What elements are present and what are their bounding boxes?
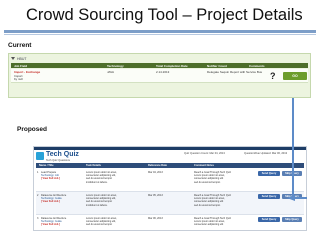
row-name-cell: Lead Prepare Technology: Job [ View Full… bbox=[41, 171, 60, 181]
proposed-meta-due: Quiz Question Count: Mar 04, 2013 bbox=[184, 152, 225, 155]
current-job-cell: Import - Exchange Import by null bbox=[14, 70, 40, 82]
current-group-name: HBUT bbox=[17, 56, 27, 61]
row-details-cell: Lorem ipsum dolor sit amet, consectetur … bbox=[86, 217, 117, 227]
proposed-meta-update: Question/Due Updated: Mar 06, 2013 bbox=[244, 152, 288, 155]
row-date: Mar 06, 2013 bbox=[148, 217, 163, 220]
row-name-cell: Dataverse Architecture Technology: Guide… bbox=[41, 194, 66, 204]
connector-line-horizontal bbox=[294, 197, 307, 199]
current-panel: HBUT Job Field Technology Total Completi… bbox=[8, 53, 311, 98]
row-comment-line: sed do eiusmod tempor. bbox=[194, 203, 221, 207]
question-mark-icon: ? bbox=[270, 71, 276, 81]
view-full-job-link[interactable]: [ View Full Job ] bbox=[41, 223, 66, 226]
current-col-technology: Technology bbox=[107, 64, 124, 68]
current-table-row[interactable]: Import - Exchange Import by null JAVA 2.… bbox=[11, 69, 308, 83]
row-comment-cell: Reach a Goal Through Tech Quiz Lorem ips… bbox=[194, 171, 231, 184]
title-rule bbox=[4, 30, 316, 33]
view-full-job-link[interactable]: [ View Full Job ] bbox=[41, 177, 60, 180]
send-query-button[interactable]: Send Query bbox=[258, 171, 280, 176]
row-detail-line: sed do eiusmod tempor bbox=[86, 223, 113, 227]
current-col-date: Total Completion Date bbox=[156, 64, 188, 68]
proposed-table-row[interactable]: 2 Dataverse Architecture Technology: Gui… bbox=[36, 192, 304, 215]
current-group-row[interactable]: HBUT bbox=[11, 56, 308, 61]
row-comment-line: consectetur adipisicing elit bbox=[194, 223, 224, 227]
current-col-job: Job Field bbox=[14, 64, 28, 68]
proposed-top-bar bbox=[34, 147, 306, 150]
proposed-panel: Tech Quiz Quiz Question Count: Mar 04, 2… bbox=[33, 146, 307, 231]
row-details-cell: Lorem ipsum dolor sit amet, consectetur … bbox=[86, 171, 117, 184]
row-comment-line: sed do eiusmod tempor. bbox=[194, 180, 221, 184]
row-date: Mar 04, 2013 bbox=[148, 171, 163, 174]
current-label: Current bbox=[8, 42, 32, 49]
proposed-label: Proposed bbox=[17, 126, 47, 133]
tech-quiz-logo-icon bbox=[36, 152, 44, 160]
row-comment-cell: Reach a Goal Through Tech Quiz Lorem ips… bbox=[194, 217, 231, 227]
current-comment-cell: Delegate Sequin Report with Service Bus bbox=[207, 70, 263, 74]
current-col-notifier: Notifier Count bbox=[207, 64, 227, 68]
current-job-line: by null bbox=[14, 77, 23, 82]
row-detail-line: incididunt ut labore. bbox=[86, 180, 108, 184]
skip-query-button[interactable]: Skip Query bbox=[282, 217, 302, 222]
row-number: 3 bbox=[37, 217, 39, 220]
send-query-button[interactable]: Send Query bbox=[258, 194, 280, 199]
proposed-subtitle: Tech Quiz Questions bbox=[46, 159, 70, 162]
current-table-header: Job Field Technology Total Completion Da… bbox=[11, 63, 308, 68]
row-number: 2 bbox=[37, 194, 39, 197]
proposed-col-date: Reference Date bbox=[148, 164, 167, 167]
proposed-col-details: Task Details bbox=[86, 164, 101, 167]
row-number: 1 bbox=[37, 171, 39, 174]
proposed-col-comment: Comment Notes bbox=[194, 164, 214, 167]
row-details-cell: Lorem ipsum dolor sit amet, consectetur … bbox=[86, 194, 117, 207]
connector-line-vertical bbox=[292, 98, 294, 198]
triangle-down-icon[interactable] bbox=[11, 57, 15, 60]
row-date: Mar 05, 2013 bbox=[148, 194, 163, 197]
view-full-job-link[interactable]: [ View Full Job ] bbox=[41, 200, 66, 203]
go-button[interactable]: GO bbox=[283, 72, 307, 80]
current-col-comments: Comments bbox=[249, 64, 265, 68]
proposed-col-name: Name / Title bbox=[39, 164, 54, 167]
current-technology-cell: JAVA bbox=[107, 70, 115, 74]
proposed-table-header: Name / Title Task Details Reference Date… bbox=[36, 163, 304, 168]
slide-title: Crowd Sourcing Tool – Project Details bbox=[26, 6, 303, 24]
title-rule-secondary bbox=[4, 34, 316, 35]
proposed-table-row[interactable]: 3 Dataverse Architecture Technology: Gui… bbox=[36, 215, 304, 230]
send-query-button[interactable]: Send Query bbox=[258, 217, 280, 222]
row-name-cell: Dataverse Architecture Technology: Guide… bbox=[41, 217, 66, 227]
row-comment-cell: Reach a Goal Through Tech Quiz Lorem ips… bbox=[194, 194, 231, 207]
proposed-table-row[interactable]: 1 Lead Prepare Technology: Job [ View Fu… bbox=[36, 169, 304, 192]
arrow-head-icon bbox=[287, 195, 295, 201]
proposed-app-title: Tech Quiz bbox=[46, 151, 79, 158]
row-detail-line: incididunt ut labore. bbox=[86, 203, 108, 207]
current-date-cell: 2.14.2013 bbox=[156, 70, 170, 74]
